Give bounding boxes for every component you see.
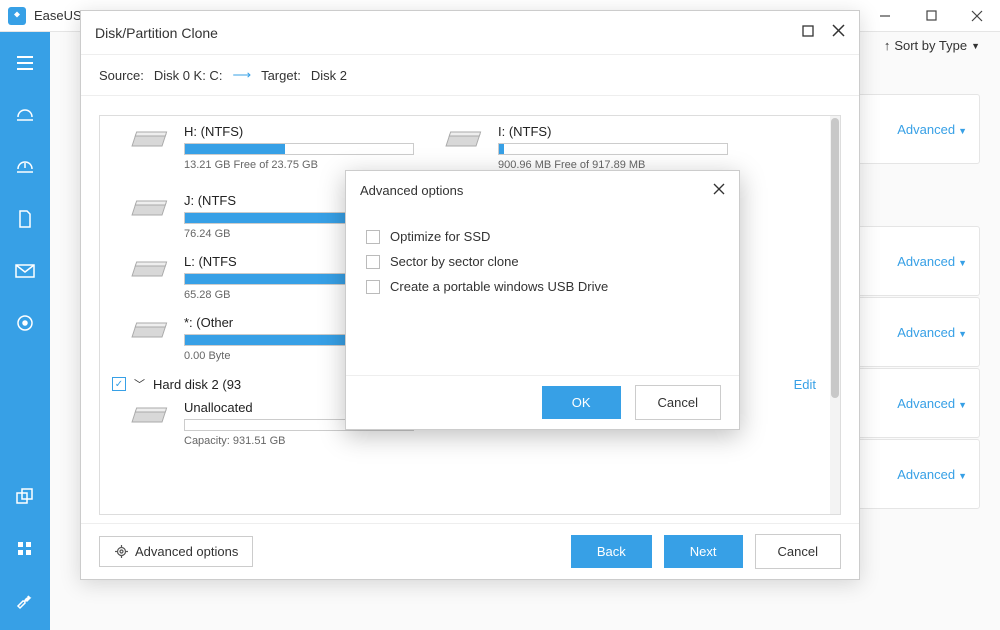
mail-backup-icon[interactable] [14, 260, 36, 282]
partition-sub: Capacity: 931.51 GB [184, 435, 414, 447]
chevron-down-icon: ▼ [971, 41, 980, 51]
option-sector-clone[interactable]: Sector by sector clone [366, 254, 719, 269]
option-optimize-ssd[interactable]: Optimize for SSD [366, 229, 719, 244]
partition-i[interactable]: I: (NTFS) 900.96 MB Free of 917.89 MB [444, 124, 728, 171]
gear-icon [114, 544, 129, 559]
settings-wrench-icon[interactable] [14, 590, 36, 612]
source-target-row: Source: Disk 0 K: C: ⟶ Target: Disk 2 [81, 55, 859, 96]
option-portable-usb[interactable]: Create a portable windows USB Drive [366, 279, 719, 294]
checkbox[interactable] [366, 230, 380, 244]
disk-checkbox[interactable]: ✓ [112, 377, 126, 391]
modal-header: Advanced options [346, 171, 739, 209]
checkbox[interactable] [366, 280, 380, 294]
disk-backup-icon[interactable] [14, 104, 36, 126]
advanced-options-button[interactable]: Advanced options [99, 536, 253, 567]
cancel-button[interactable]: Cancel [755, 534, 841, 569]
target-value: Disk 2 [311, 68, 347, 83]
target-label: Target: [261, 68, 301, 83]
modal-footer: OK Cancel [346, 375, 739, 429]
disk-label: Hard disk 2 (93 [153, 377, 241, 392]
clone-icon[interactable] [14, 486, 36, 508]
dialog-header: Disk/Partition Clone [81, 11, 859, 55]
source-label: Source: [99, 68, 144, 83]
usage-bar [498, 143, 728, 155]
modal-cancel-button[interactable]: Cancel [635, 385, 721, 420]
sort-label: Sort by Type [894, 38, 967, 53]
task-advanced[interactable]: Advanced▼ [897, 122, 967, 137]
source-value: Disk 0 K: C: [154, 68, 223, 83]
system-backup-icon[interactable] [14, 156, 36, 178]
close-icon[interactable] [954, 0, 1000, 32]
partition-h[interactable]: H: (NTFS) 13.21 GB Free of 23.75 GB [130, 124, 414, 171]
scrollbar-thumb[interactable] [831, 118, 839, 398]
sort-by-type[interactable]: ↑ Sort by Type ▼ [884, 38, 980, 53]
task-advanced[interactable]: Advanced▼ [897, 254, 967, 269]
task-advanced[interactable]: Advanced▼ [897, 396, 967, 411]
partition-name: I: (NTFS) [498, 124, 728, 139]
arrow-icon: ⟶ [232, 67, 251, 83]
sort-arrow-icon: ↑ [884, 38, 891, 53]
minimize-icon[interactable] [862, 0, 908, 32]
back-button[interactable]: Back [571, 535, 652, 568]
task-advanced[interactable]: Advanced▼ [897, 325, 967, 340]
partition-name: H: (NTFS) [184, 124, 414, 139]
dialog-title: Disk/Partition Clone [95, 25, 218, 41]
maximize-icon[interactable] [908, 0, 954, 32]
menu-icon[interactable] [14, 52, 36, 74]
dialog-close-icon[interactable] [832, 24, 845, 42]
modal-close-icon[interactable] [713, 183, 725, 198]
next-button[interactable]: Next [664, 535, 743, 568]
dialog-maximize-icon[interactable] [802, 24, 814, 42]
ok-button[interactable]: OK [542, 386, 621, 419]
chevron-down-icon[interactable]: ﹀ [134, 376, 145, 392]
checkbox[interactable] [366, 255, 380, 269]
modal-title: Advanced options [360, 183, 463, 198]
dialog-footer: Advanced options Back Next Cancel [81, 523, 859, 579]
modal-body: Optimize for SSD Sector by sector clone … [346, 209, 739, 314]
smart-backup-icon[interactable] [14, 312, 36, 334]
sidebar [0, 32, 50, 630]
app-logo [8, 7, 26, 25]
edit-link[interactable]: Edit [794, 377, 816, 392]
task-advanced[interactable]: Advanced▼ [897, 467, 967, 482]
file-backup-icon[interactable] [14, 208, 36, 230]
advanced-options-modal: Advanced options Optimize for SSD Sector… [345, 170, 740, 430]
usage-bar [184, 143, 414, 155]
tools-icon[interactable] [14, 538, 36, 560]
scrollbar[interactable] [830, 116, 840, 514]
